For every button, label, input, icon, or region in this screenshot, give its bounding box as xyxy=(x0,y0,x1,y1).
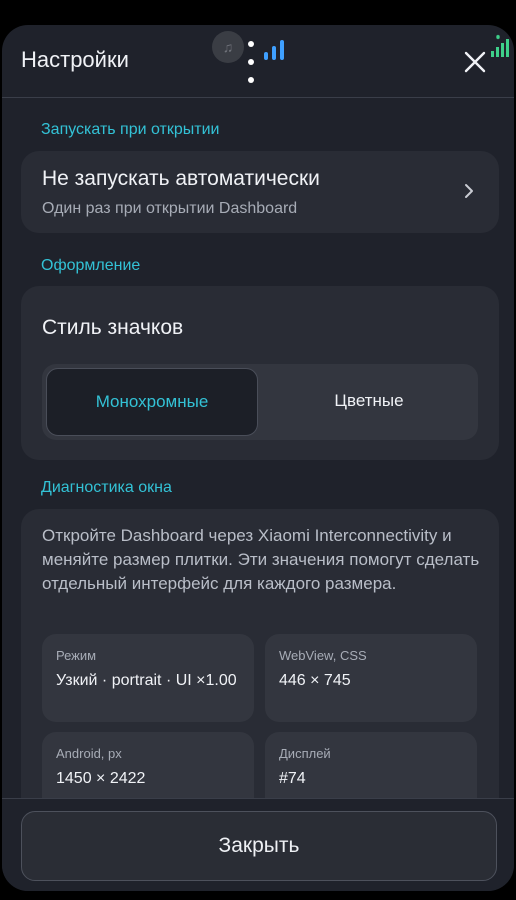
diag-cell-display: Дисплей #74 xyxy=(265,732,477,798)
music-icon: ♫ xyxy=(212,31,244,63)
diag-cell-webview: WebView, CSS 446 × 745 xyxy=(265,634,477,722)
wifi-signal-icon xyxy=(491,34,509,57)
launch-option-row[interactable]: Не запускать автоматически Один раз при … xyxy=(21,151,499,233)
dots-icon xyxy=(248,34,257,88)
diag-cell-label: Режим xyxy=(56,648,97,663)
chevron-right-icon xyxy=(465,184,473,198)
icon-style-card: Стиль значков Монохромные Цветные xyxy=(21,286,499,460)
close-button[interactable]: Закрыть xyxy=(21,811,497,881)
settings-sheet: Настройки ♫ Запускать при открытии Не за… xyxy=(2,25,514,891)
diag-cell-mode: Режим Узкий · portrait · UI ×1.00 xyxy=(42,634,254,722)
close-icon[interactable] xyxy=(462,49,488,75)
settings-content[interactable]: Запускать при открытии Не запускать авто… xyxy=(2,98,514,798)
page-title: Настройки xyxy=(21,47,129,72)
diag-cell-value: 446 × 745 xyxy=(279,672,351,689)
diag-cell-label: Дисплей xyxy=(279,746,331,761)
diag-cell-value: 1450 × 2422 xyxy=(56,770,146,787)
diagnostics-description: Откройте Dashboard через Xiaomi Intercon… xyxy=(42,526,480,593)
launch-option-subtitle: Один раз при открытии Dashboard xyxy=(42,200,298,217)
music-note: ♫ xyxy=(222,39,234,55)
diag-cell-value: #74 xyxy=(279,770,306,787)
section-title-diagnostics: Диагностика окна xyxy=(41,479,172,496)
diag-cell-label: Android, px xyxy=(56,746,122,761)
section-title-appearance: Оформление xyxy=(41,257,141,274)
icon-style-option-monochrome[interactable]: Монохромные xyxy=(46,368,258,436)
diag-cell-android: Android, px 1450 × 2422 xyxy=(42,732,254,798)
icon-style-selector: Монохромные Цветные xyxy=(42,364,478,440)
diag-cell-label: WebView, CSS xyxy=(279,648,367,663)
icon-style-label: Стиль значков xyxy=(42,316,184,339)
launch-option-title: Не запускать автоматически xyxy=(42,167,320,190)
diag-cell-value: Узкий · portrait · UI ×1.00 xyxy=(56,672,237,689)
icon-style-option-colored[interactable]: Цветные xyxy=(264,368,474,434)
section-title-launch: Запускать при открытии xyxy=(41,121,220,138)
diagnostics-card: Откройте Dashboard через Xiaomi Intercon… xyxy=(21,509,499,798)
footer: Закрыть xyxy=(2,798,514,891)
header: Настройки ♫ xyxy=(2,25,514,98)
